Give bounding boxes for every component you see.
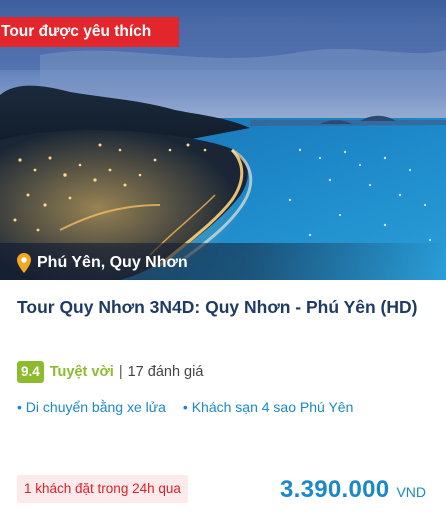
rating-verdict: Tuyệt vời <box>49 364 114 380</box>
feature-item: • Khách sạn 4 sao Phú Yên <box>182 399 354 415</box>
location-text: Phú Yên, Quy Nhơn <box>37 254 188 271</box>
favorite-tour-badge: Tour được yêu thích <box>0 17 179 47</box>
feature-item: • Di chuyển bằng xe lửa <box>17 399 166 415</box>
map-pin-icon <box>17 253 31 273</box>
rating-score-badge: 9.4 <box>17 361 44 383</box>
price-currency: VND <box>396 484 426 500</box>
location: Phú Yên, Quy Nhơn <box>17 252 188 274</box>
rating-separator: | <box>118 364 123 380</box>
tour-card[interactable]: Tour được yêu thích Phú Yên, Quy Nhơn To… <box>0 0 446 520</box>
rating-row: 9.4 Tuyệt vời | 17 đánh giá <box>17 360 203 384</box>
tour-features: • Di chuyển bằng xe lửa • Khách sạn 4 sa… <box>17 399 370 415</box>
price-amount: 3.390.000 <box>279 476 390 503</box>
recent-bookings-badge: 1 khách đặt trong 24h qua <box>17 475 188 503</box>
tour-title[interactable]: Tour Quy Nhơn 3N4D: Quy Nhơn - Phú Yên (… <box>17 294 437 321</box>
price: 3.390.000 VND <box>280 476 426 504</box>
review-count: 17 đánh giá <box>127 364 204 380</box>
